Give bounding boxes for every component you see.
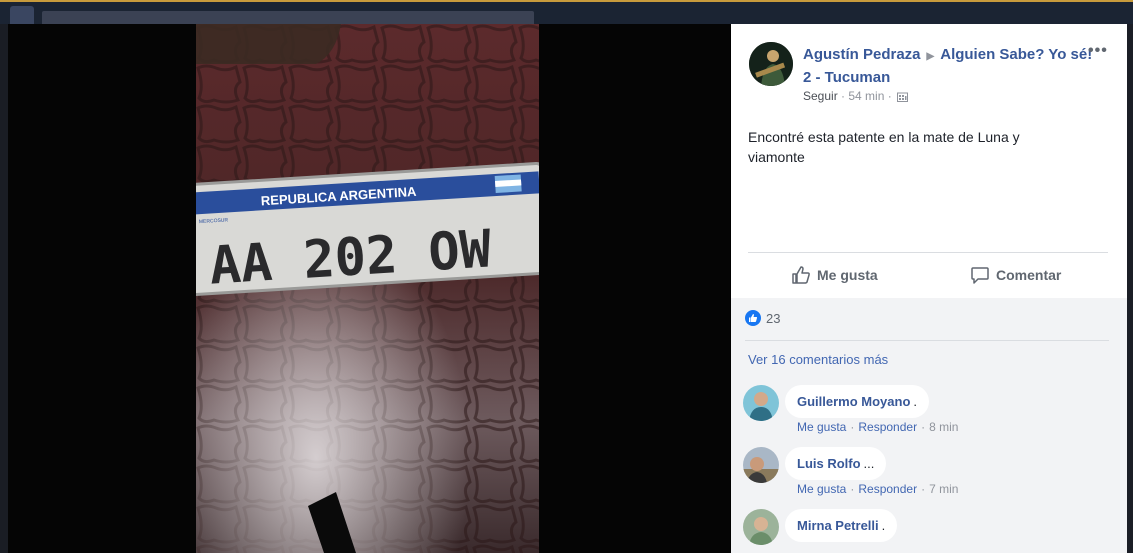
comment-like-link[interactable]: Me gusta — [797, 482, 846, 496]
comment-text: . — [913, 394, 918, 409]
actions-divider — [748, 252, 1108, 253]
reaction-count: 23 — [766, 310, 781, 326]
comment-button-label: Comentar — [996, 267, 1062, 283]
public-globe-icon[interactable] — [897, 92, 909, 102]
meta-separator-2: · — [887, 89, 892, 103]
view-more-comments-link[interactable]: Ver 16 comentarios más — [748, 352, 888, 367]
comment-timestamp[interactable]: 7 min — [929, 482, 958, 496]
comment-bubble: Luis Rolfo ... — [785, 447, 887, 480]
comment-actions-separator: · — [850, 482, 855, 496]
comment-actions: Me gusta · Responder · 7 min — [797, 482, 958, 496]
top-navigation-bar — [0, 0, 1133, 26]
commenter-name-link[interactable]: Luis Rolfo — [797, 456, 861, 471]
thumbs-up-icon — [792, 266, 810, 284]
comment-text: . — [881, 518, 886, 533]
commenter-avatar-image — [743, 509, 779, 545]
comment-text: ... — [863, 456, 875, 471]
commenter-avatar-image — [743, 385, 779, 421]
commenter-name-link[interactable]: Mirna Petrelli — [797, 518, 879, 533]
author-name-link[interactable]: Agustín Pedraza — [803, 46, 921, 63]
commenter-avatar-image — [743, 447, 779, 483]
comment-actions: Me gusta · Responder · 8 min — [797, 420, 958, 434]
post-photo[interactable]: REPUBLICA ARGENTINA MERCOSUR AA 202 OW — [196, 24, 539, 553]
comment-bubble-icon — [971, 267, 989, 284]
post-author-line: Agustín Pedraza ▶ Alguien Sabe? Yo sé! 2 -… — [803, 44, 1093, 88]
commenter-avatar[interactable] — [743, 385, 779, 421]
post-detail-panel: Agustín Pedraza ▶ Alguien Sabe? Yo sé! 2 -… — [731, 24, 1127, 553]
comment-actions-separator-2: · — [921, 482, 926, 496]
commenter-avatar[interactable] — [743, 447, 779, 483]
author-avatar[interactable] — [749, 42, 793, 86]
commenter-avatar[interactable] — [743, 509, 779, 545]
more-options-icon[interactable]: ••• — [1088, 42, 1108, 60]
meta-separator: · — [841, 89, 846, 103]
share-arrow-icon: ▶ — [926, 51, 935, 62]
like-reaction-glyph — [749, 314, 758, 322]
facebook-logo-icon[interactable] — [10, 6, 34, 26]
reactions-summary[interactable]: 23 — [745, 310, 780, 326]
post-timestamp[interactable]: 54 min — [848, 89, 884, 103]
photo-viewer: REPUBLICA ARGENTINA MERCOSUR AA 202 OW A… — [0, 0, 1133, 553]
stage-edge — [0, 24, 8, 553]
post-body-text: Encontré esta patente en la mate de Luna… — [748, 129, 1020, 165]
like-button[interactable]: Me gusta — [791, 264, 878, 286]
comments-divider — [745, 340, 1109, 341]
comment-reply-link[interactable]: Responder — [858, 420, 917, 434]
comment-bubble: Mirna Petrelli . — [785, 509, 898, 542]
comment-like-link[interactable]: Me gusta — [797, 420, 846, 434]
plate-photo-image: REPUBLICA ARGENTINA MERCOSUR AA 202 OW — [196, 24, 539, 553]
comment-actions-separator: · — [850, 420, 855, 434]
commenter-name-link[interactable]: Guillermo Moyano — [797, 394, 910, 409]
comment-actions-separator-2: · — [921, 420, 926, 434]
scrollbar-track[interactable] — [1127, 24, 1133, 553]
comment-timestamp[interactable]: 8 min — [929, 420, 958, 434]
author-avatar-image — [749, 42, 793, 86]
like-reaction-icon — [745, 310, 761, 326]
like-button-label: Me gusta — [817, 267, 878, 283]
follow-link[interactable]: Seguir — [803, 89, 838, 103]
comment-button[interactable]: Comentar — [970, 264, 1061, 286]
comment-reply-link[interactable]: Responder — [858, 482, 917, 496]
post-meta: Seguir · 54 min · — [803, 89, 909, 103]
comment-bubble: Guillermo Moyano . — [785, 385, 930, 418]
